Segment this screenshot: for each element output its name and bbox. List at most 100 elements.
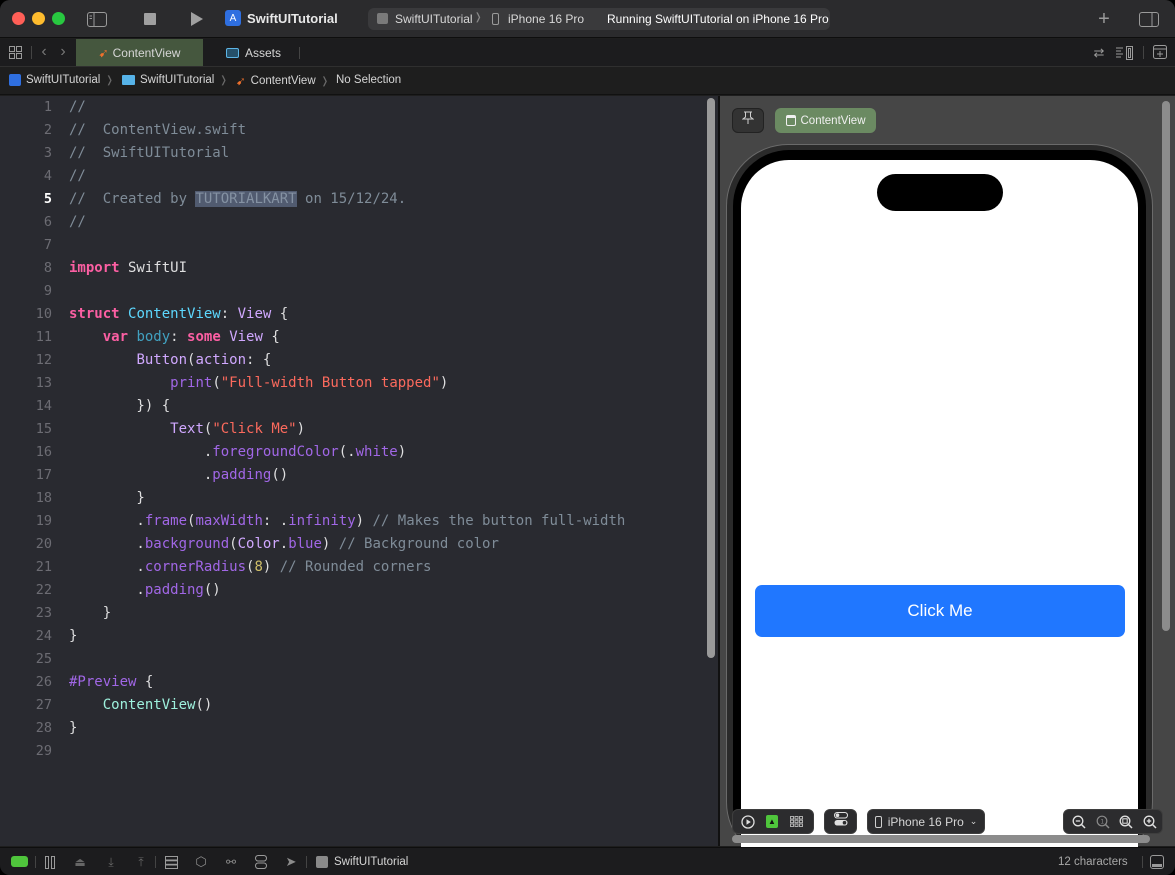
code-line[interactable]: // ContentView.swift bbox=[69, 122, 246, 138]
code-token: : . bbox=[262, 513, 289, 529]
live-preview-icon[interactable] bbox=[736, 811, 760, 833]
zoom-actual-size-icon[interactable]: 1 bbox=[1091, 811, 1115, 833]
code-line[interactable]: var body: some View { bbox=[69, 329, 280, 345]
code-line[interactable]: print("Full-width Button tapped") bbox=[69, 375, 448, 391]
code-line[interactable]: // bbox=[69, 214, 86, 230]
device-settings-button[interactable] bbox=[824, 809, 857, 834]
view-hierarchy-icon[interactable] bbox=[163, 854, 179, 870]
back-icon[interactable]: ‹ bbox=[38, 43, 50, 61]
breadcrumb-project[interactable]: SwiftUITutorial ❭ bbox=[9, 74, 114, 86]
selectable-mode-icon[interactable]: ▲ bbox=[760, 811, 784, 833]
code-line[interactable]: // bbox=[69, 99, 86, 115]
canvas-horizontal-scrollbar[interactable] bbox=[732, 835, 1150, 843]
editor-options-icon[interactable] bbox=[1115, 44, 1135, 61]
divider bbox=[306, 856, 307, 868]
forward-icon[interactable]: › bbox=[57, 43, 69, 61]
step-over-icon[interactable]: ⏏ bbox=[72, 854, 88, 870]
canvas-vertical-scrollbar[interactable] bbox=[1162, 101, 1170, 631]
code-token: // bbox=[69, 168, 86, 184]
code-line[interactable]: .frame(maxWidth: .infinity) // Makes the… bbox=[69, 513, 625, 529]
code-token: : bbox=[220, 306, 238, 322]
code-line[interactable]: .background(Color.blue) // Background co… bbox=[69, 536, 499, 552]
preview-view-button[interactable]: ContentView bbox=[775, 108, 876, 133]
code-token: () bbox=[271, 467, 289, 483]
code-token: padding bbox=[212, 467, 272, 483]
location-icon[interactable]: ➤ bbox=[283, 854, 299, 870]
code-token: ) bbox=[321, 536, 339, 552]
related-items-icon[interactable]: ⇄ bbox=[1091, 45, 1107, 61]
breadcrumb-selection[interactable]: No Selection bbox=[336, 74, 401, 86]
code-line[interactable]: .padding() bbox=[69, 467, 288, 483]
add-editor-icon[interactable] bbox=[1152, 44, 1168, 60]
inspector-toggle-icon[interactable] bbox=[1138, 10, 1160, 28]
activity-status: Running SwiftUITutorial on iPhone 16 Pro bbox=[607, 12, 829, 26]
code-line[interactable]: ContentView() bbox=[69, 697, 213, 713]
code-token: white bbox=[355, 444, 398, 460]
line-number: 24 bbox=[35, 628, 52, 644]
grid-icon[interactable] bbox=[8, 45, 22, 59]
zoom-to-fit-icon[interactable] bbox=[1115, 811, 1139, 833]
chevron-right-icon: ❭ bbox=[219, 74, 228, 86]
breadcrumb-file[interactable]: ➹ ContentView ❭ bbox=[236, 74, 329, 88]
code-token: ) bbox=[355, 513, 373, 529]
tab-assets[interactable]: Assets bbox=[226, 39, 281, 66]
code-line[interactable]: } bbox=[69, 628, 77, 644]
code-line[interactable]: .cornerRadius(8) // Rounded corners bbox=[69, 559, 431, 575]
app-title: SwiftUITutorial bbox=[247, 11, 338, 26]
maximize-window-button[interactable] bbox=[52, 12, 65, 25]
device-picker[interactable]: iPhone 16 Pro ⌄ bbox=[867, 809, 985, 834]
environment-overrides-icon[interactable] bbox=[253, 854, 269, 870]
code-token: // Background color bbox=[338, 536, 499, 552]
step-into-icon[interactable]: ⤓ bbox=[103, 854, 119, 870]
run-icon[interactable] bbox=[188, 10, 206, 28]
source-editor[interactable]: 1 2 3 4 5 6 7 8 9 10 11 12 13 14 15 16 17 18 19 20 21 22 23 24 2… bbox=[0, 96, 718, 846]
close-window-button[interactable] bbox=[12, 12, 25, 25]
code-token: : { bbox=[246, 352, 272, 368]
code-line[interactable]: #Preview { bbox=[69, 674, 153, 690]
line-number: 29 bbox=[35, 743, 52, 759]
code-token: } bbox=[69, 628, 78, 644]
code-line[interactable]: } bbox=[69, 605, 111, 621]
stop-icon[interactable] bbox=[142, 11, 158, 27]
scheme-selector[interactable]: SwiftUITutorial bbox=[395, 12, 473, 26]
zoom-out-icon[interactable] bbox=[1067, 811, 1091, 833]
code-line[interactable]: .foregroundColor(.white) bbox=[69, 444, 406, 460]
code-token: action bbox=[195, 352, 247, 368]
code-line[interactable]: .padding() bbox=[69, 582, 220, 598]
pause-icon[interactable] bbox=[43, 854, 57, 870]
minimize-window-button[interactable] bbox=[32, 12, 45, 25]
code-token: . bbox=[69, 467, 213, 483]
destination-selector[interactable]: iPhone 16 Pro bbox=[508, 12, 584, 26]
code-token: frame bbox=[144, 513, 188, 529]
add-icon[interactable]: + bbox=[1094, 8, 1114, 30]
divider bbox=[35, 856, 36, 868]
code-line[interactable]: struct ContentView: View { bbox=[69, 306, 288, 322]
code-token: . bbox=[69, 536, 145, 552]
step-out-icon[interactable]: ⤒ bbox=[133, 854, 149, 870]
code-token: } bbox=[69, 605, 112, 621]
memory-graph-icon[interactable]: ⬡ bbox=[193, 854, 209, 870]
code-line[interactable]: }) { bbox=[69, 398, 170, 414]
code-line[interactable]: } bbox=[69, 490, 144, 506]
code-line[interactable]: Button(action: { bbox=[69, 352, 271, 368]
breadcrumb-folder[interactable]: SwiftUITutorial ❭ bbox=[122, 74, 228, 86]
code-token: 8 bbox=[254, 559, 263, 575]
code-token: // Rounded corners bbox=[279, 559, 432, 575]
click-me-button[interactable]: Click Me bbox=[755, 585, 1125, 637]
debug-area-toggle-icon[interactable] bbox=[11, 856, 28, 867]
sidebar-toggle-icon[interactable] bbox=[86, 10, 108, 28]
zoom-in-icon[interactable] bbox=[1138, 811, 1162, 833]
tab-contentview[interactable]: ➹ ContentView bbox=[76, 39, 203, 66]
app-icon: A bbox=[225, 10, 241, 26]
code-line[interactable]: // Created by TUTORIALKART on 15/12/24. bbox=[69, 191, 406, 207]
debug-area-panel-icon[interactable] bbox=[1149, 854, 1165, 870]
variants-icon[interactable] bbox=[784, 811, 808, 833]
code-line[interactable]: // SwiftUITutorial bbox=[69, 145, 229, 161]
code-line[interactable]: Text("Click Me") bbox=[69, 421, 305, 437]
pin-preview-button[interactable] bbox=[732, 108, 764, 133]
code-line[interactable]: } bbox=[69, 720, 77, 736]
code-line[interactable]: import SwiftUI bbox=[69, 260, 187, 276]
share-graph-icon[interactable]: ⚯ bbox=[223, 854, 239, 870]
code-line[interactable]: // bbox=[69, 168, 86, 184]
editor-scrollbar[interactable] bbox=[707, 98, 715, 658]
